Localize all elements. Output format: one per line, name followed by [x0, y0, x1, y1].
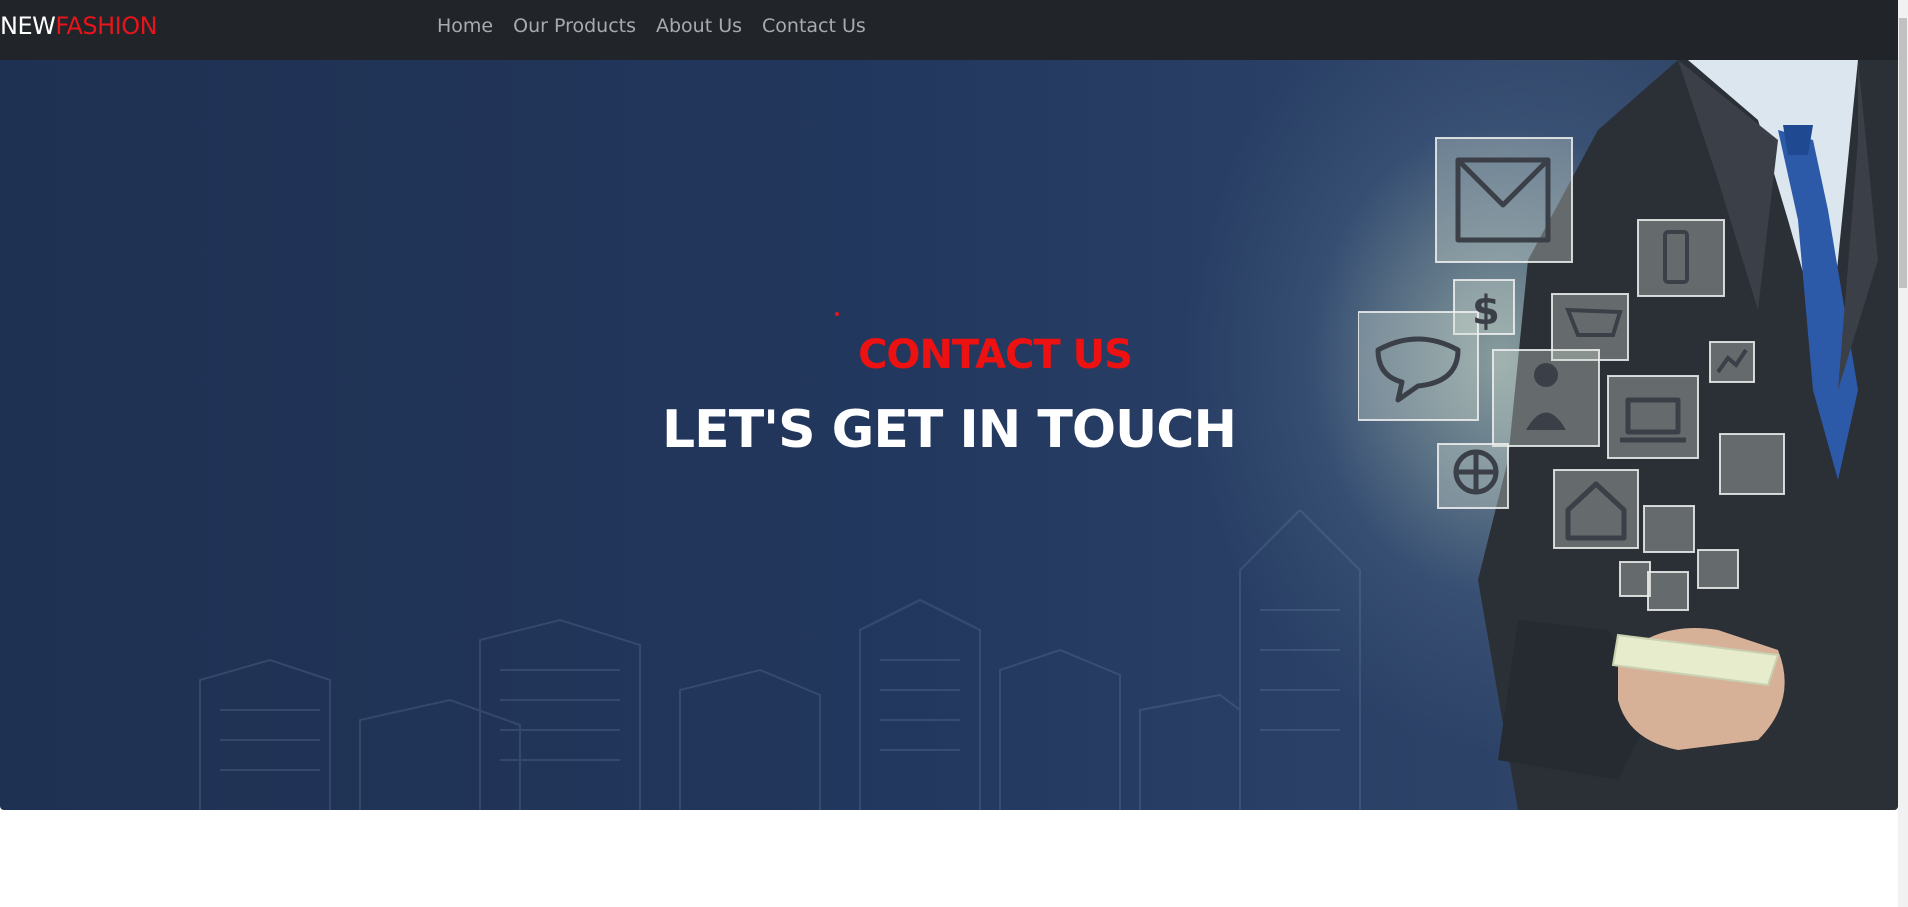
nav-link-about-us[interactable]: About Us — [646, 14, 752, 38]
nav-menu: Home Our Products About Us Contact Us — [427, 14, 876, 38]
brand-logo[interactable]: NEWFASHION — [0, 12, 158, 40]
scrollbar-thumb[interactable] — [1899, 18, 1907, 288]
nav-link-home[interactable]: Home — [427, 14, 503, 38]
brand-part-fashion: FASHION — [55, 12, 158, 40]
top-navbar: NEWFASHION Home Our Products About Us Co… — [0, 0, 1898, 60]
brand-part-new: NEW — [0, 12, 56, 40]
hero-title-text: LET'S GET IN TOUCH — [662, 400, 1237, 460]
hero-subtitle: CONTACT US — [0, 330, 1898, 380]
nav-link-contact-us[interactable]: Contact Us — [752, 14, 876, 38]
accent-dot — [835, 312, 839, 316]
hero-title: LET'S GET IN TOUCH — [0, 398, 1898, 462]
page-scrollbar[interactable] — [1898, 0, 1908, 907]
hero-banner: $ CONTACT US LET'S GET IN TOUCH — [0, 60, 1898, 810]
svg-text:$: $ — [1472, 288, 1500, 334]
nav-link-our-products[interactable]: Our Products — [503, 14, 646, 38]
hero-subtitle-text: CONTACT US — [858, 332, 1133, 378]
